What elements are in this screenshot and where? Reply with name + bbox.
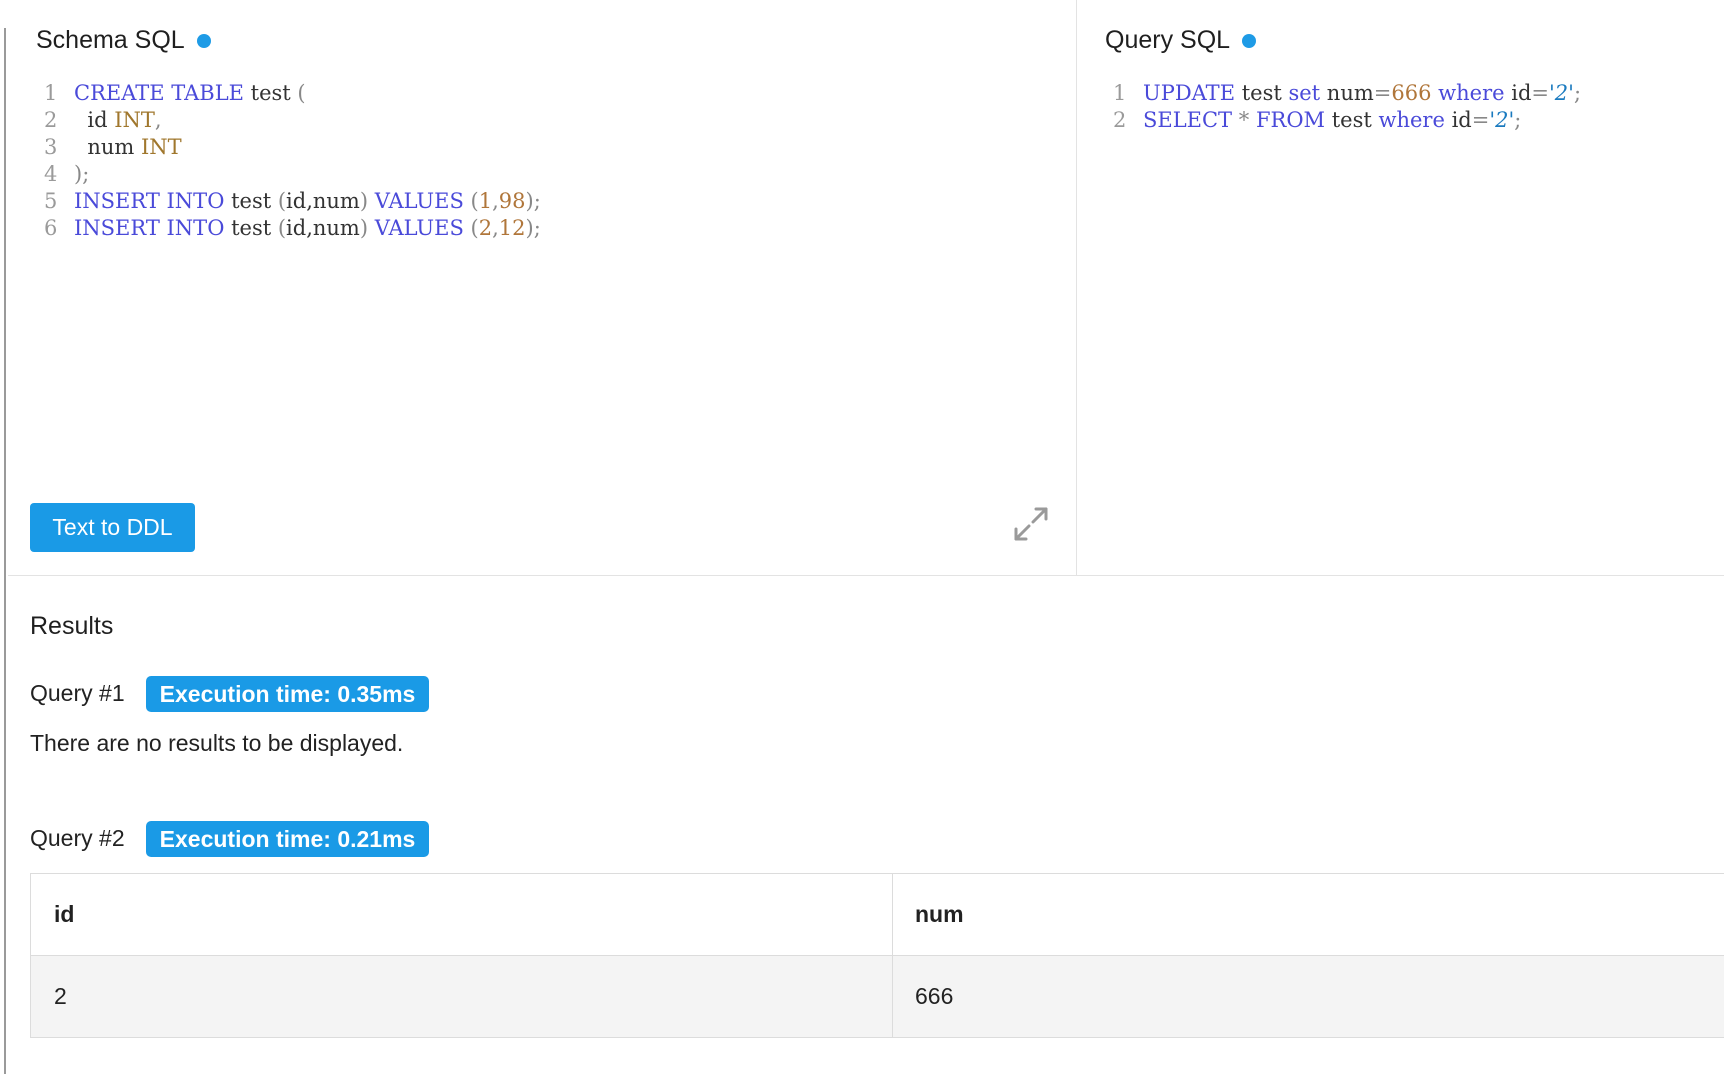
results-title: Results	[30, 612, 114, 640]
query-code-line: 1 UPDATE test set num = 666 where id = '2';	[1113, 80, 1581, 107]
code-token: );	[525, 189, 541, 213]
code-token: '2'	[1489, 108, 1515, 132]
schema-status-dot	[196, 33, 211, 48]
left-edge	[0, 0, 7, 1074]
code-token: (	[277, 216, 287, 240]
code-token: =	[1471, 108, 1490, 132]
code-token: ,	[492, 216, 499, 240]
code-token: )	[359, 216, 375, 240]
code-token: id	[1504, 81, 1532, 105]
cell-num: 666	[915, 983, 954, 1009]
code-token: );	[525, 216, 541, 240]
code-token: ,	[492, 189, 499, 213]
code-token: VALUES	[374, 216, 464, 240]
schema-code-line: 1 CREATE TABLE test (	[44, 80, 541, 107]
scrollbar-edge[interactable]	[4, 28, 6, 1074]
query-1-label: Query #1	[30, 680, 125, 706]
code-token: where	[1378, 108, 1445, 132]
code-token: id,num	[286, 216, 360, 240]
schema-code-line: 3 num INT	[44, 134, 541, 161]
code-token: id	[74, 108, 115, 132]
code-token: =	[1373, 81, 1392, 105]
code-token: );	[74, 162, 90, 186]
code-token: 2	[478, 216, 493, 240]
query-status-dot	[1242, 33, 1257, 48]
schema-title-text: Schema SQL	[36, 26, 185, 54]
query-title: Query SQL	[1105, 26, 1257, 55]
code-token: SELECT	[1143, 108, 1233, 132]
schema-title: Schema SQL	[36, 26, 211, 55]
line-number: 2	[1113, 108, 1127, 132]
code-token: set	[1288, 81, 1321, 105]
code-token: INT	[141, 135, 182, 159]
code-token: (	[463, 189, 479, 213]
schema-code-line: 6 INSERT INTO test (id,num) VALUES (2, 12)…	[44, 215, 541, 242]
code-token: *	[1238, 108, 1250, 132]
code-token: where	[1438, 81, 1505, 105]
line-number: 3	[44, 135, 58, 159]
line-number: 6	[44, 216, 58, 240]
column-header-id: id	[31, 874, 893, 955]
code-token: 12	[498, 216, 526, 240]
query-editor[interactable]: 1 UPDATE test set num = 666 where id = '2'; 2 S…	[1113, 80, 1581, 134]
line-number: 1	[44, 81, 58, 105]
code-token: test	[1235, 81, 1289, 105]
results-table: id num 2 666	[30, 873, 1724, 1038]
code-token: INSERT INTO	[74, 189, 225, 213]
query-code-line: 2 SELECT * FROM test where id = '2';	[1113, 107, 1581, 134]
editors: Schema SQL 1 CREATE TABLE test (2 id INT,…	[8, 0, 1724, 576]
code-token: VALUES	[374, 189, 464, 213]
code-token: 666	[1391, 81, 1432, 105]
code-token: CREATE TABLE	[74, 81, 244, 105]
line-number: 5	[44, 189, 58, 213]
schema-pane: Schema SQL 1 CREATE TABLE test (2 id INT,…	[8, 0, 1077, 575]
code-token: (	[297, 81, 306, 105]
column-header-num: num	[915, 901, 964, 927]
cell-id: 2	[31, 956, 893, 1037]
code-token: (	[277, 189, 287, 213]
code-token: =	[1531, 81, 1550, 105]
code-token: test	[1325, 108, 1379, 132]
code-token: UPDATE	[1143, 81, 1236, 105]
query-title-text: Query SQL	[1105, 26, 1231, 54]
code-token: id	[1444, 108, 1472, 132]
code-token: FROM	[1255, 108, 1326, 132]
code-token: )	[359, 189, 375, 213]
query-1-exec-badge: Execution time: 0.35ms	[146, 676, 429, 712]
line-number: 4	[44, 162, 58, 186]
code-token: 98	[498, 189, 526, 213]
code-token: num	[1320, 81, 1374, 105]
no-results-message: There are no results to be displayed.	[30, 730, 404, 756]
code-token: ;	[1573, 81, 1582, 105]
code-token: '2'	[1549, 81, 1574, 105]
code-token: (	[463, 216, 479, 240]
text-to-ddl-button[interactable]: Text to DDL	[30, 503, 195, 552]
query-pane: Query SQL 1 UPDATE test set num = 666 where…	[1077, 0, 1724, 575]
schema-code-line: 4);	[44, 161, 541, 188]
query-2-exec-badge: Execution time: 0.21ms	[146, 821, 429, 857]
code-token: ;	[1514, 108, 1522, 132]
schema-code-line: 5 INSERT INTO test (id,num) VALUES (1, 98)…	[44, 188, 541, 215]
code-token: test	[224, 216, 278, 240]
schema-code-line: 2 id INT,	[44, 107, 541, 134]
schema-editor[interactable]: 1 CREATE TABLE test (2 id INT, 3 num INT 4)…	[44, 80, 541, 242]
code-token: id,num	[286, 189, 360, 213]
code-token: test	[243, 81, 298, 105]
table-row: 2 666	[31, 955, 1724, 1037]
expand-icon[interactable]	[1010, 503, 1052, 545]
app: Schema SQL 1 CREATE TABLE test (2 id INT,…	[8, 0, 1724, 1074]
line-number: 2	[44, 108, 58, 132]
code-token: 1	[478, 189, 493, 213]
code-token: ,	[154, 108, 162, 132]
table-header-row: id num	[31, 874, 1724, 955]
code-token: INT	[114, 108, 155, 132]
line-number: 1	[1113, 81, 1127, 105]
code-token: test	[224, 189, 278, 213]
code-token: num	[74, 135, 141, 159]
code-token: INSERT INTO	[74, 216, 225, 240]
query-2-label: Query #2	[30, 825, 125, 851]
